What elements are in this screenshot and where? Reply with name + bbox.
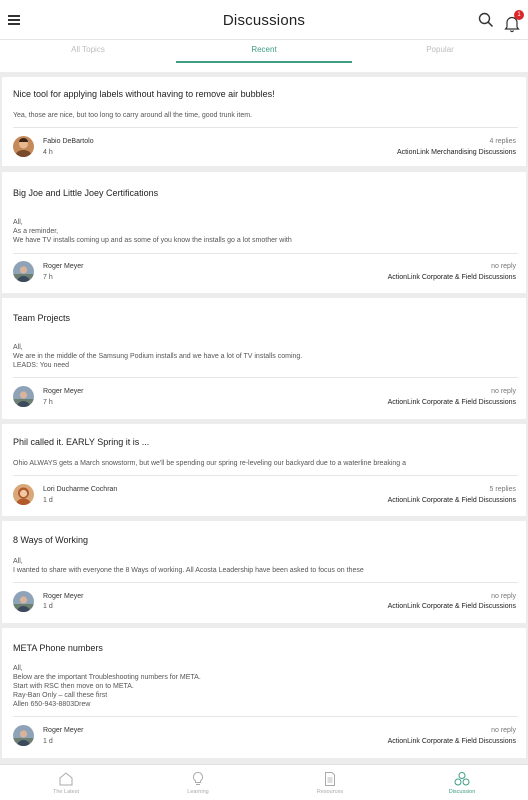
notification-bell-button[interactable]: 1 xyxy=(502,10,524,33)
nav-label: The Latest xyxy=(53,789,79,795)
nav-label: Resources xyxy=(316,789,344,795)
app-header: Discussions 1 xyxy=(0,0,528,40)
post-time: 1 d xyxy=(43,738,53,745)
post-title: Team Projects xyxy=(13,313,71,323)
card-divider xyxy=(13,127,518,128)
post-author: Lori Ducharme Cochran xyxy=(43,486,118,493)
post-body-line: Start with RSC then move on to META. xyxy=(13,683,134,690)
post-body-line: All, xyxy=(13,665,23,672)
post-body-line: All, xyxy=(13,219,23,226)
tab-all-topics[interactable]: All Topics xyxy=(0,40,176,72)
nav-the-latest[interactable]: The Latest xyxy=(0,765,132,800)
reply-count: no reply xyxy=(491,388,516,395)
nav-discussion[interactable]: Discussion xyxy=(396,765,528,800)
reply-count: 5 replies xyxy=(489,486,516,493)
search-icon[interactable] xyxy=(478,12,494,28)
post-title: Phil called it. EARLY Spring it is ... xyxy=(13,437,150,447)
discussion-group-link[interactable]: ActionLink Corporate & Field Discussions xyxy=(388,497,516,504)
reply-count: no reply xyxy=(491,263,516,270)
discussion-group-link[interactable]: ActionLink Corporate & Field Discussions xyxy=(388,274,516,281)
nav-label: Learning xyxy=(187,789,209,795)
post-body-line: We have TV installs coming up and as som… xyxy=(13,237,292,244)
post-body-line: I wanted to share with everyone the 8 Wa… xyxy=(13,567,364,574)
bottom-navigation: The Latest Learning Resources Discussion xyxy=(0,764,528,800)
document-icon xyxy=(325,772,335,786)
post-title: Big Joe and Little Joey Certifications xyxy=(13,188,159,198)
post-author: Roger Meyer xyxy=(43,263,84,270)
post-body-line: Ray-Ban Only – call these first xyxy=(13,692,108,699)
card-divider xyxy=(13,253,518,254)
post-body-line: Ohio ALWAYS gets a March snowstorm, but … xyxy=(13,460,407,467)
post-title: 8 Ways of Working xyxy=(13,535,89,545)
post-time: 7 h xyxy=(43,399,53,406)
post-time: 7 h xyxy=(43,274,53,281)
discussion-card[interactable]: 8 Ways of Working All, I wanted to share… xyxy=(2,521,526,623)
discussion-card[interactable]: Phil called it. EARLY Spring it is ... O… xyxy=(2,424,526,516)
reply-count: 4 replies xyxy=(489,138,516,145)
post-time: 1 d xyxy=(43,497,53,504)
discussion-group-link[interactable]: ActionLink Corporate & Field Discussions xyxy=(388,399,516,406)
discussion-icon xyxy=(454,772,470,786)
lightbulb-icon xyxy=(192,771,204,785)
post-body-line: As a reminder, xyxy=(13,228,59,235)
nav-resources[interactable]: Resources xyxy=(264,765,396,800)
post-time: 1 d xyxy=(43,603,53,610)
discussion-card[interactable]: Nice tool for applying labels without ha… xyxy=(2,77,526,166)
avatar xyxy=(13,725,34,746)
card-divider xyxy=(13,716,518,717)
avatar xyxy=(13,136,34,157)
post-title: Nice tool for applying labels without ha… xyxy=(13,89,275,99)
post-body-line: Below are the important Troubleshooting … xyxy=(13,674,201,681)
tab-recent[interactable]: Recent xyxy=(176,40,352,72)
active-tab-indicator xyxy=(176,61,352,63)
avatar xyxy=(13,386,34,407)
home-icon xyxy=(59,772,73,786)
discussion-group-link[interactable]: ActionLink Corporate & Field Discussions xyxy=(388,603,516,610)
avatar xyxy=(13,591,34,612)
post-author: Roger Meyer xyxy=(43,727,84,734)
discussion-group-link[interactable]: ActionLink Merchandising Discussions xyxy=(397,149,516,156)
post-body-line: Yea, those are nice, but too long to car… xyxy=(13,112,253,119)
notification-badge: 1 xyxy=(514,10,524,20)
post-time: 4 h xyxy=(43,149,53,156)
avatar xyxy=(13,261,34,282)
post-author: Fabio DeBartolo xyxy=(43,138,94,145)
post-author: Roger Meyer xyxy=(43,593,84,600)
post-body-line: All, xyxy=(13,558,23,565)
post-title: META Phone numbers xyxy=(13,643,103,653)
card-divider xyxy=(13,475,518,476)
nav-label: Discussion xyxy=(448,789,476,795)
reply-count: no reply xyxy=(491,727,516,734)
post-body-line: All, xyxy=(13,344,23,351)
avatar xyxy=(13,484,34,505)
card-divider xyxy=(13,377,518,378)
post-author: Roger Meyer xyxy=(43,388,84,395)
nav-learning[interactable]: Learning xyxy=(132,765,264,800)
reply-count: no reply xyxy=(491,593,516,600)
discussion-group-link[interactable]: ActionLink Corporate & Field Discussions xyxy=(388,738,516,745)
page-title: Discussions xyxy=(222,12,306,29)
topic-tabs: All Topics Recent Popular xyxy=(0,40,528,72)
discussion-card[interactable]: Big Joe and Little Joey Certifications A… xyxy=(2,172,526,293)
post-body-line: We are in the middle of the Samsung Podi… xyxy=(13,353,303,360)
discussion-card[interactable]: META Phone numbers All, Below are the im… xyxy=(2,628,526,758)
card-divider xyxy=(13,582,518,583)
tab-popular[interactable]: Popular xyxy=(352,40,528,72)
discussion-card[interactable]: Team Projects All, We are in the middle … xyxy=(2,298,526,419)
post-body-line: Allen 650-943-8803Drew xyxy=(13,701,91,708)
post-body-line: LEADS: You need xyxy=(13,362,70,369)
